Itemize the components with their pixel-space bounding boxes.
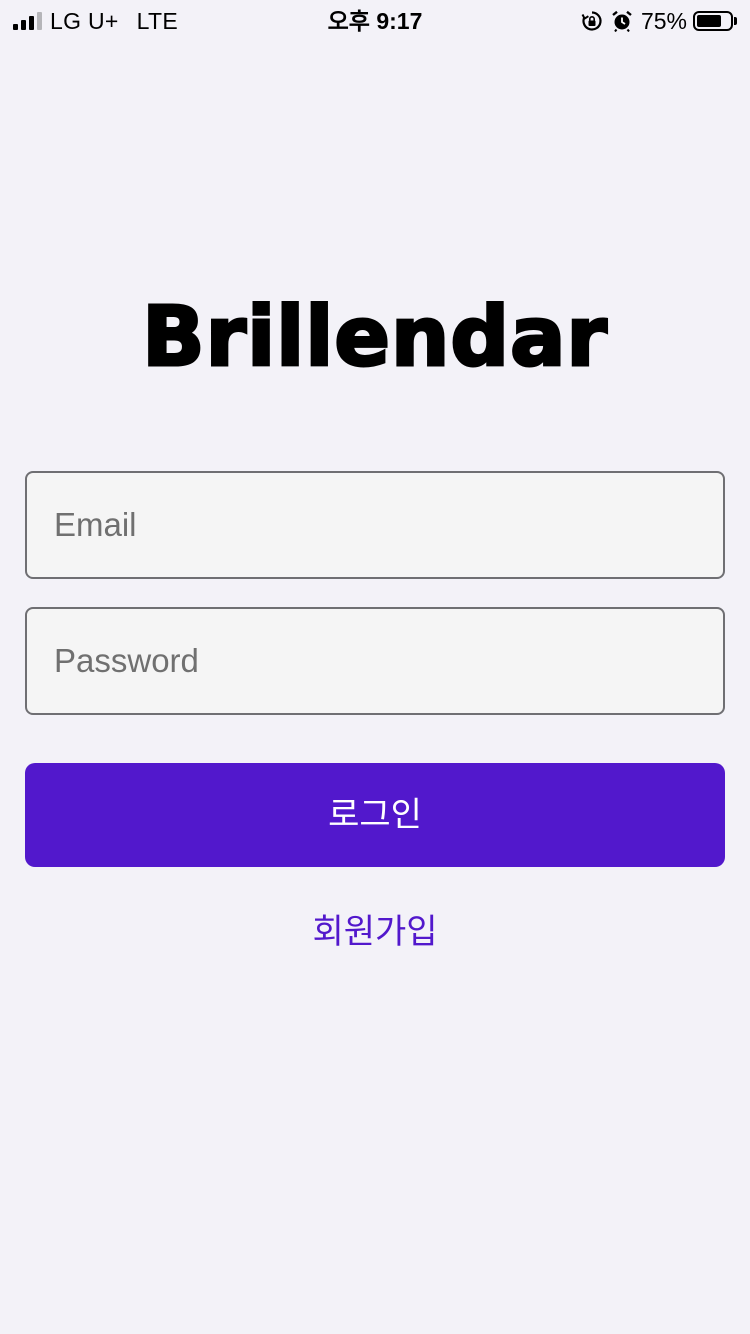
rotation-lock-icon bbox=[581, 10, 603, 32]
alarm-icon bbox=[611, 10, 633, 32]
login-button[interactable]: 로그인 bbox=[25, 763, 725, 867]
status-right: 75% bbox=[581, 6, 737, 36]
app-logo: Brillendar bbox=[141, 289, 609, 387]
battery-percent: 75% bbox=[640, 7, 687, 34]
status-bar: LG U+ LTE 오후 9:17 75% bbox=[0, 0, 750, 40]
battery-cap bbox=[734, 17, 737, 25]
password-field[interactable] bbox=[25, 607, 725, 715]
battery-fill bbox=[697, 15, 721, 27]
signup-link[interactable]: 회원가입 bbox=[0, 905, 750, 959]
email-field[interactable] bbox=[25, 471, 725, 579]
battery-icon bbox=[693, 11, 733, 31]
